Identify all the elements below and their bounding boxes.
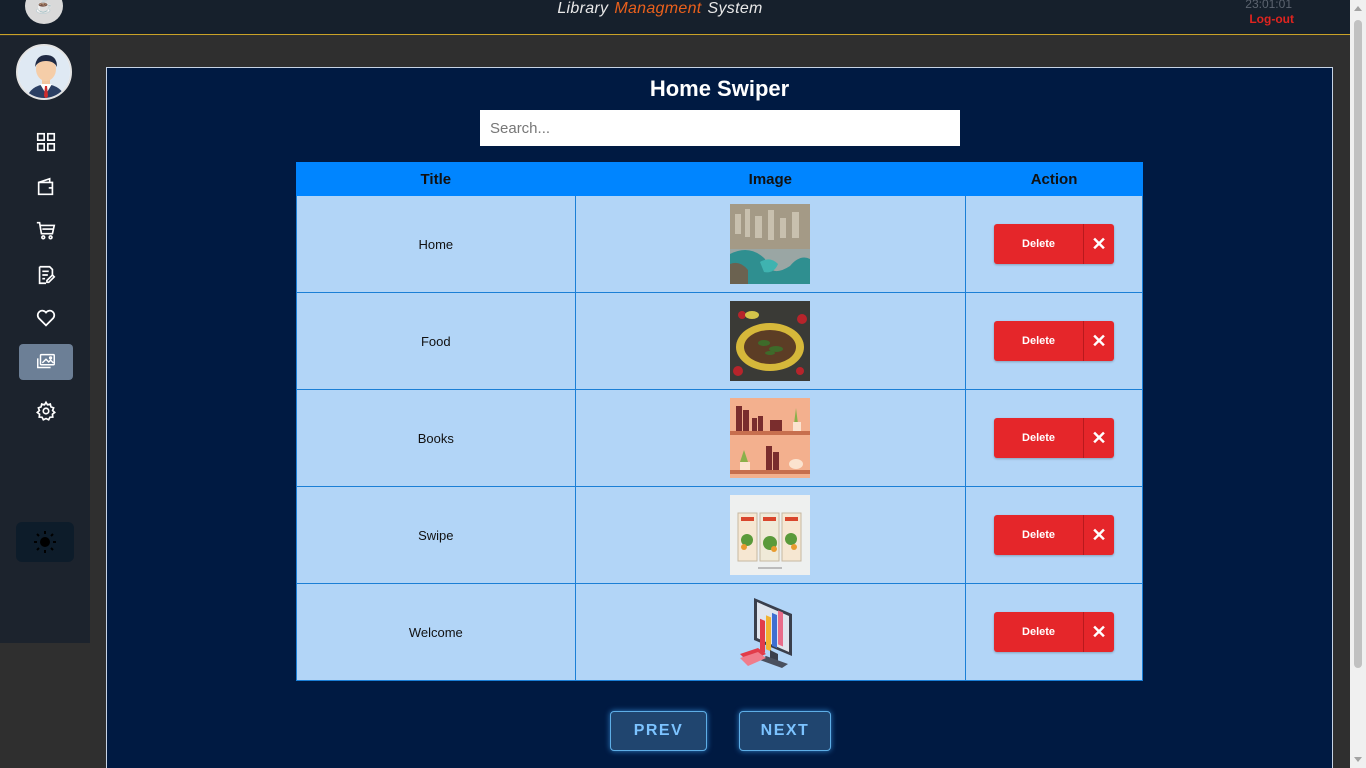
table-row: Welcome Delete ✕	[296, 583, 1143, 681]
scroll-down-icon[interactable]	[1354, 757, 1362, 762]
thumbnail-image[interactable]	[730, 204, 811, 284]
top-bar: ☕ Library Managment System 23:01:01 Log-ou…	[0, 0, 1350, 35]
table-header-row: Title Image Action	[296, 162, 1143, 196]
thumbnail-image[interactable]	[730, 398, 811, 478]
delete-label: Delete	[994, 515, 1085, 555]
grid-icon	[36, 132, 56, 152]
row-image-cell	[574, 292, 967, 390]
row-image-cell	[574, 486, 967, 584]
close-icon: ✕	[1091, 524, 1107, 545]
delete-label: Delete	[994, 224, 1085, 264]
app-title-part1: Library	[557, 0, 609, 17]
sidebar-item-orders[interactable]	[19, 257, 73, 293]
close-icon: ✕	[1091, 621, 1107, 642]
search-input[interactable]	[480, 110, 960, 146]
thumbnail-image[interactable]	[730, 301, 811, 381]
column-header-image: Image	[574, 162, 967, 196]
row-image-cell	[574, 583, 967, 681]
sidebar-item-dashboard[interactable]	[19, 124, 73, 160]
avatar[interactable]	[16, 44, 72, 100]
page-title: Home Swiper	[649, 76, 790, 101]
delete-label: Delete	[994, 418, 1085, 458]
gear-icon	[36, 400, 56, 421]
next-button[interactable]: NEXT	[739, 711, 831, 751]
table-row: Home Delete ✕	[296, 195, 1143, 293]
edit-list-icon	[38, 265, 56, 285]
sidebar-item-swiper[interactable]	[19, 344, 73, 380]
app-title-accent: Managment	[614, 0, 702, 17]
table-row: Books Delete ✕	[296, 389, 1143, 487]
column-header-action: Action	[965, 162, 1143, 196]
sidebar-item-settings[interactable]	[19, 393, 73, 429]
heart-icon	[36, 309, 56, 327]
close-icon: ✕	[1091, 233, 1107, 254]
row-image-cell	[574, 195, 967, 293]
row-title: Welcome	[296, 583, 576, 681]
sidebar-item-cart[interactable]	[19, 212, 73, 248]
clock: 23:01:01	[1245, 0, 1292, 11]
table-row: Food Delete ✕	[296, 292, 1143, 390]
sidebar-item-wallet[interactable]	[19, 169, 73, 205]
avatar-icon	[18, 46, 70, 98]
sidebar	[0, 36, 90, 643]
row-action-cell: Delete ✕	[965, 389, 1143, 487]
scroll-thumb[interactable]	[1354, 20, 1362, 668]
delete-button[interactable]: Delete ✕	[994, 612, 1115, 652]
images-icon	[37, 353, 55, 369]
theme-toggle-button[interactable]	[16, 522, 74, 562]
cart-icon	[36, 221, 56, 240]
thumbnail-image[interactable]	[730, 495, 811, 575]
row-action-cell: Delete ✕	[965, 583, 1143, 681]
row-image-cell	[574, 389, 967, 487]
app-title-part3: System	[707, 0, 763, 17]
row-action-cell: Delete ✕	[965, 195, 1143, 293]
row-title: Food	[296, 292, 576, 390]
row-title: Home	[296, 195, 576, 293]
thumbnail-image[interactable]	[730, 592, 811, 672]
delete-button[interactable]: Delete ✕	[994, 515, 1115, 555]
delete-label: Delete	[994, 612, 1085, 652]
column-header-title: Title	[296, 162, 576, 196]
row-action-cell: Delete ✕	[965, 292, 1143, 390]
sun-icon	[34, 531, 56, 553]
prev-button[interactable]: PREV	[610, 711, 707, 751]
row-title: Books	[296, 389, 576, 487]
close-icon: ✕	[1091, 427, 1107, 448]
close-icon: ✕	[1091, 330, 1107, 351]
main-panel: Home Swiper Title Image Action Home	[106, 67, 1333, 768]
delete-button[interactable]: Delete ✕	[994, 321, 1115, 361]
row-title: Swipe	[296, 486, 576, 584]
table-row: Swipe Delete ✕	[296, 486, 1143, 584]
delete-label: Delete	[994, 321, 1085, 361]
delete-button[interactable]: Delete ✕	[994, 418, 1115, 458]
row-action-cell: Delete ✕	[965, 486, 1143, 584]
sidebar-item-favorites[interactable]	[19, 300, 73, 336]
scrollbar[interactable]	[1350, 0, 1366, 768]
swiper-table: Title Image Action Home Delete ✕ Food De…	[296, 162, 1143, 681]
delete-button[interactable]: Delete ✕	[994, 224, 1115, 264]
logout-link[interactable]: Log-out	[1249, 12, 1294, 26]
scroll-up-icon[interactable]	[1354, 6, 1362, 11]
app-title: Library Managment System	[0, 0, 1320, 18]
wallet-icon	[37, 177, 54, 196]
